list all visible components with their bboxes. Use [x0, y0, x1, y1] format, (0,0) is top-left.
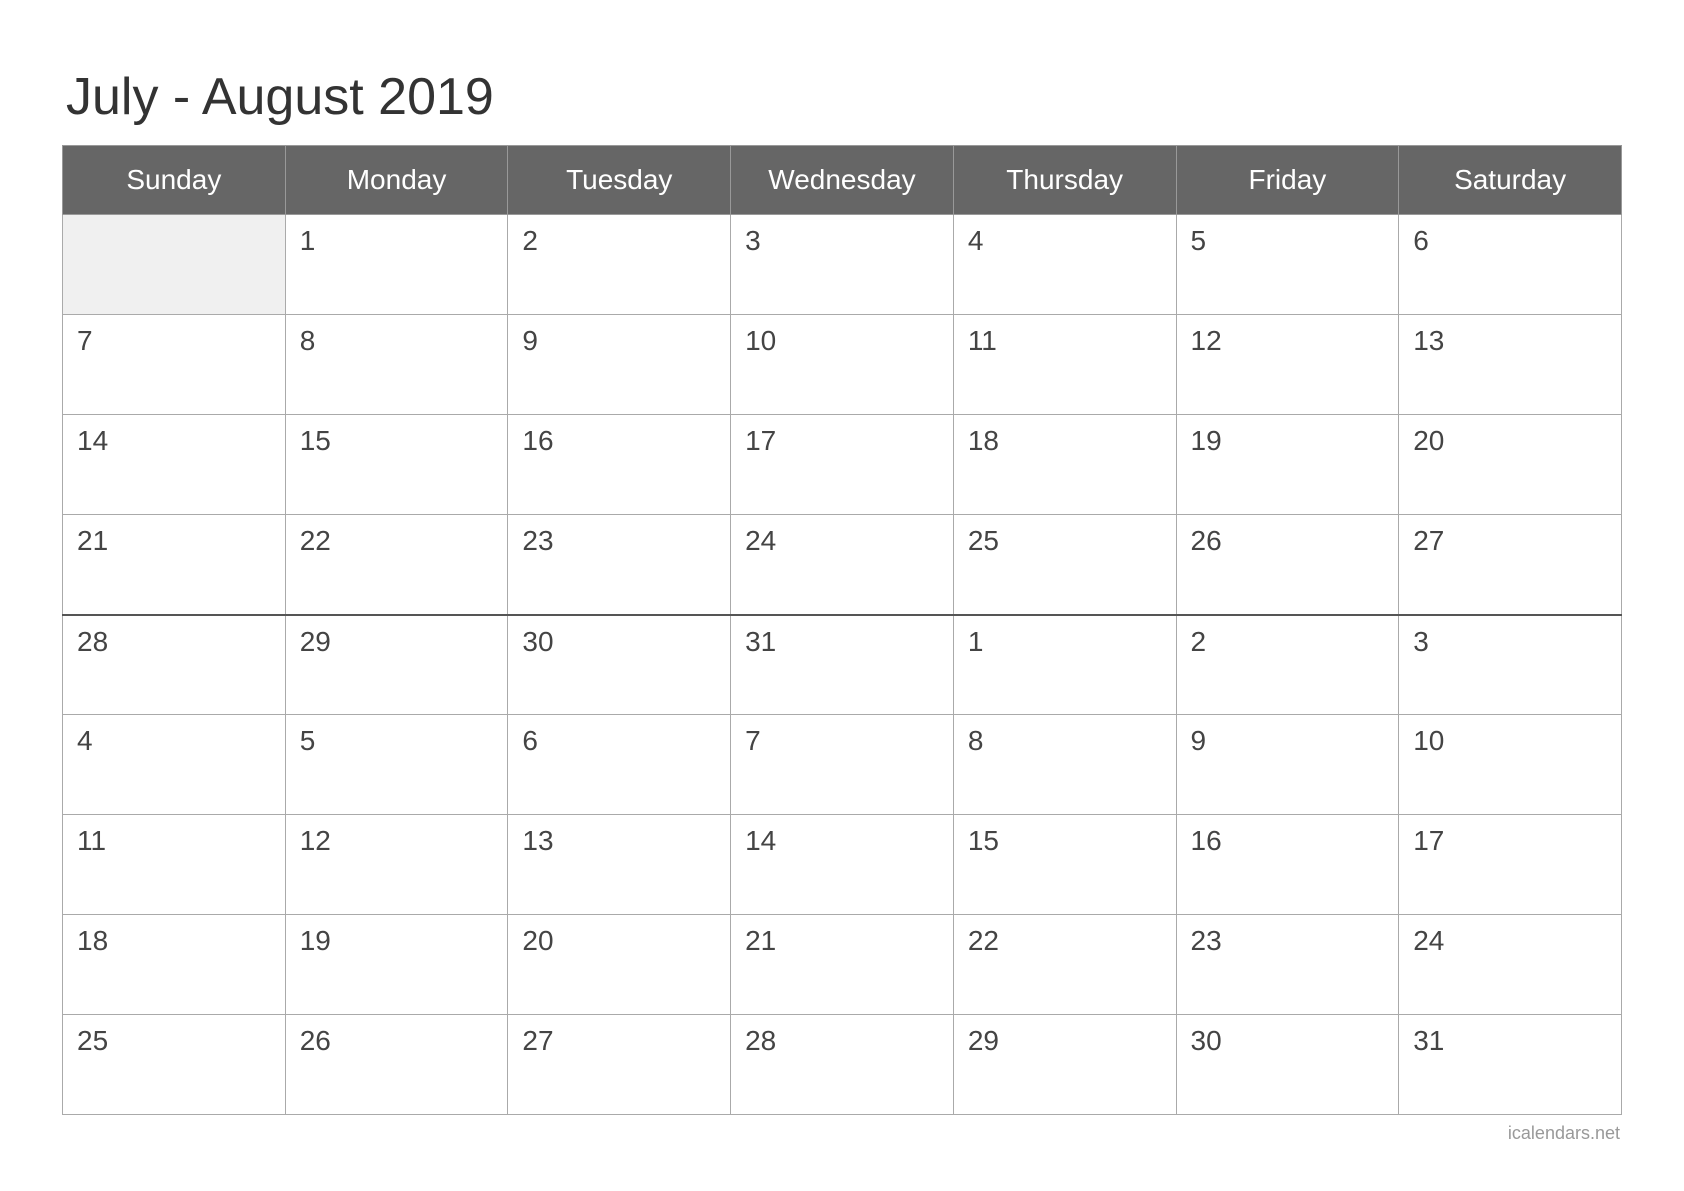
calendar-header: SundayMondayTuesdayWednesdayThursdayFrid… [63, 146, 1622, 215]
day-cell: 18 [953, 415, 1176, 515]
day-cell: 31 [731, 615, 954, 715]
week-row-0: 123456 [63, 215, 1622, 315]
day-cell: 8 [953, 715, 1176, 815]
header-cell-friday: Friday [1176, 146, 1399, 215]
day-cell: 12 [285, 815, 508, 915]
day-cell: 10 [731, 315, 954, 415]
day-cell: 16 [1176, 815, 1399, 915]
day-cell: 27 [1399, 515, 1622, 615]
week-row-2: 14151617181920 [63, 415, 1622, 515]
day-cell: 7 [63, 315, 286, 415]
day-cell: 21 [731, 915, 954, 1015]
day-cell: 10 [1399, 715, 1622, 815]
day-cell: 2 [1176, 615, 1399, 715]
day-cell: 17 [1399, 815, 1622, 915]
day-cell: 29 [285, 615, 508, 715]
header-cell-monday: Monday [285, 146, 508, 215]
header-cell-thursday: Thursday [953, 146, 1176, 215]
day-cell: 9 [508, 315, 731, 415]
day-cell: 19 [1176, 415, 1399, 515]
day-cell: 22 [953, 915, 1176, 1015]
day-cell: 20 [1399, 415, 1622, 515]
day-cell: 9 [1176, 715, 1399, 815]
watermark: icalendars.net [62, 1123, 1622, 1144]
calendar-container: July - August 2019 SundayMondayTuesdayWe… [62, 27, 1622, 1164]
day-cell: 1 [953, 615, 1176, 715]
day-cell: 8 [285, 315, 508, 415]
header-cell-saturday: Saturday [1399, 146, 1622, 215]
calendar-body: 1234567891011121314151617181920212223242… [63, 215, 1622, 1115]
day-cell: 13 [1399, 315, 1622, 415]
day-cell: 26 [1176, 515, 1399, 615]
day-cell: 11 [953, 315, 1176, 415]
day-cell: 6 [1399, 215, 1622, 315]
day-cell: 24 [731, 515, 954, 615]
day-cell: 24 [1399, 915, 1622, 1015]
day-cell: 1 [285, 215, 508, 315]
header-cell-sunday: Sunday [63, 146, 286, 215]
week-row-5: 45678910 [63, 715, 1622, 815]
day-cell: 25 [953, 515, 1176, 615]
day-cell: 11 [63, 815, 286, 915]
day-cell: 22 [285, 515, 508, 615]
day-cell: 3 [731, 215, 954, 315]
day-cell: 31 [1399, 1015, 1622, 1115]
week-row-7: 18192021222324 [63, 915, 1622, 1015]
week-row-8: 25262728293031 [63, 1015, 1622, 1115]
day-cell: 13 [508, 815, 731, 915]
day-cell: 29 [953, 1015, 1176, 1115]
day-cell: 21 [63, 515, 286, 615]
calendar-title: July - August 2019 [62, 67, 1622, 127]
day-cell: 14 [63, 415, 286, 515]
day-cell: 18 [63, 915, 286, 1015]
header-row: SundayMondayTuesdayWednesdayThursdayFrid… [63, 146, 1622, 215]
day-cell: 23 [1176, 915, 1399, 1015]
day-cell: 30 [508, 615, 731, 715]
week-row-3: 21222324252627 [63, 515, 1622, 615]
header-cell-wednesday: Wednesday [731, 146, 954, 215]
day-cell: 12 [1176, 315, 1399, 415]
calendar-table: SundayMondayTuesdayWednesdayThursdayFrid… [62, 145, 1622, 1115]
week-row-4: 28293031123 [63, 615, 1622, 715]
day-cell: 26 [285, 1015, 508, 1115]
day-cell: 28 [63, 615, 286, 715]
day-cell: 20 [508, 915, 731, 1015]
header-cell-tuesday: Tuesday [508, 146, 731, 215]
day-cell: 5 [1176, 215, 1399, 315]
day-cell: 7 [731, 715, 954, 815]
day-cell: 14 [731, 815, 954, 915]
day-cell: 15 [285, 415, 508, 515]
day-cell: 4 [953, 215, 1176, 315]
day-cell: 23 [508, 515, 731, 615]
day-cell: 2 [508, 215, 731, 315]
week-row-1: 78910111213 [63, 315, 1622, 415]
day-cell: 5 [285, 715, 508, 815]
day-cell: 27 [508, 1015, 731, 1115]
day-cell: 30 [1176, 1015, 1399, 1115]
day-cell: 16 [508, 415, 731, 515]
day-cell: 28 [731, 1015, 954, 1115]
day-cell: 3 [1399, 615, 1622, 715]
day-cell [63, 215, 286, 315]
day-cell: 15 [953, 815, 1176, 915]
day-cell: 25 [63, 1015, 286, 1115]
day-cell: 4 [63, 715, 286, 815]
week-row-6: 11121314151617 [63, 815, 1622, 915]
day-cell: 17 [731, 415, 954, 515]
day-cell: 6 [508, 715, 731, 815]
day-cell: 19 [285, 915, 508, 1015]
